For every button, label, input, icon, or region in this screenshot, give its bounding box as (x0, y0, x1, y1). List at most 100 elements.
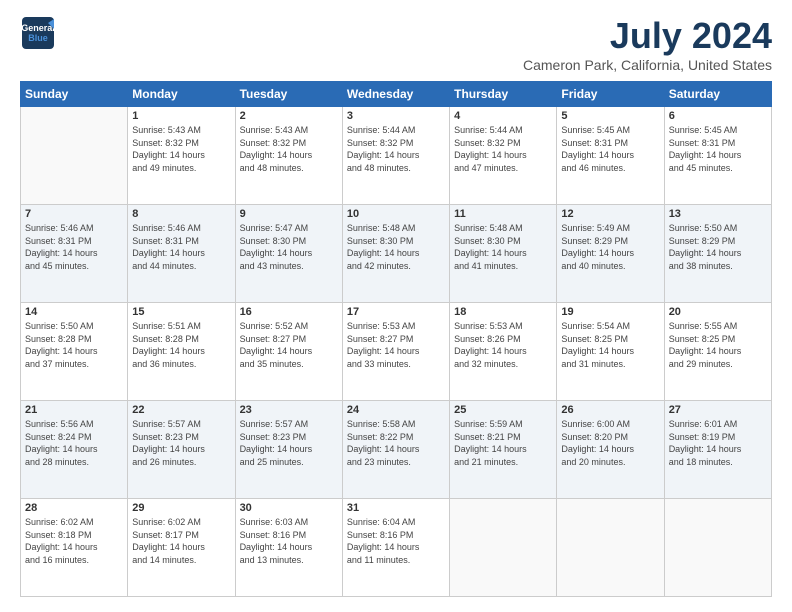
day-number: 18 (454, 306, 552, 318)
calendar-day-cell: 16Sunrise: 5:52 AMSunset: 8:27 PMDayligh… (235, 303, 342, 401)
weekday-header-cell: Monday (128, 82, 235, 107)
calendar-day-cell: 4 Sunrise: 5:44 AMSunset: 8:32 PMDaylight… (450, 107, 557, 205)
calendar-day-cell: 15 Sunrise: 5:51 AMSunset: 8:28 PMDayligh… (128, 303, 235, 401)
day-number: 26 (561, 404, 659, 416)
calendar-day-cell: 23 Sunrise: 5:57 AMSunset: 8:23 PMDayligh… (235, 401, 342, 499)
calendar-day-cell: 9 Sunrise: 5:47 AMSunset: 8:30 PMDaylight… (235, 205, 342, 303)
day-info: Sunrise: 5:46 AMSunset: 8:31 PMDaylight:… (25, 222, 123, 272)
day-info: Sunrise: 5:56 AMSunset: 8:24 PMDaylight:… (25, 418, 123, 468)
day-number: 8 (132, 208, 230, 220)
day-info: Sunrise: 5:50 AMSunset: 8:28 PMDaylight:… (25, 320, 123, 370)
calendar-day-cell: 17 Sunrise: 5:53 AMSunset: 8:27 PMDayligh… (342, 303, 449, 401)
calendar-week-row: 14 Sunrise: 5:50 AMSunset: 8:28 PMDayligh… (21, 303, 772, 401)
calendar-day-cell: 24 Sunrise: 5:58 AMSunset: 8:22 PMDayligh… (342, 401, 449, 499)
day-info: Sunrise: 5:45 AMSunset: 8:31 PMDaylight:… (669, 124, 767, 174)
calendar-day-cell: 12 Sunrise: 5:49 AMSunset: 8:29 PMDayligh… (557, 205, 664, 303)
day-number: 15 (132, 306, 230, 318)
day-info: Sunrise: 5:43 AMSunset: 8:32 PMDaylight:… (240, 124, 338, 174)
calendar-day-cell: 25 Sunrise: 5:59 AMSunset: 8:21 PMDayligh… (450, 401, 557, 499)
calendar-week-row: 7 Sunrise: 5:46 AMSunset: 8:31 PMDaylight… (21, 205, 772, 303)
day-info: Sunrise: 5:43 AMSunset: 8:32 PMDaylight:… (132, 124, 230, 174)
svg-text:Blue: Blue (28, 33, 48, 43)
day-info: Sunrise: 6:03 AMSunset: 8:16 PMDaylight:… (240, 516, 338, 566)
day-info: Sunrise: 5:50 AMSunset: 8:29 PMDaylight:… (669, 222, 767, 272)
calendar-body: 1Sunrise: 5:43 AMSunset: 8:32 PMDaylight… (21, 107, 772, 597)
calendar-day-cell: 30 Sunrise: 6:03 AMSunset: 8:16 PMDayligh… (235, 499, 342, 597)
calendar-day-cell: 31Sunrise: 6:04 AMSunset: 8:16 PMDayligh… (342, 499, 449, 597)
day-number: 3 (347, 110, 445, 122)
day-info: Sunrise: 5:57 AMSunset: 8:23 PMDaylight:… (240, 418, 338, 468)
calendar-day-cell: 3 Sunrise: 5:44 AMSunset: 8:32 PMDaylight… (342, 107, 449, 205)
day-number: 11 (454, 208, 552, 220)
day-info: Sunrise: 5:44 AMSunset: 8:32 PMDaylight:… (454, 124, 552, 174)
day-info: Sunrise: 5:53 AMSunset: 8:26 PMDaylight:… (454, 320, 552, 370)
day-number: 4 (454, 110, 552, 122)
calendar-day-cell: 1Sunrise: 5:43 AMSunset: 8:32 PMDaylight… (128, 107, 235, 205)
day-number: 24 (347, 404, 445, 416)
day-info: Sunrise: 5:47 AMSunset: 8:30 PMDaylight:… (240, 222, 338, 272)
calendar-week-row: 21 Sunrise: 5:56 AMSunset: 8:24 PMDayligh… (21, 401, 772, 499)
day-info: Sunrise: 5:48 AMSunset: 8:30 PMDaylight:… (454, 222, 552, 272)
header: General Blue July 2024 Cameron Park, Cal… (20, 15, 772, 73)
day-number: 21 (25, 404, 123, 416)
day-info: Sunrise: 5:53 AMSunset: 8:27 PMDaylight:… (347, 320, 445, 370)
calendar-day-cell: 27Sunrise: 6:01 AMSunset: 8:19 PMDayligh… (664, 401, 771, 499)
calendar-day-cell (21, 107, 128, 205)
calendar-week-row: 28 Sunrise: 6:02 AMSunset: 8:18 PMDayligh… (21, 499, 772, 597)
day-number: 28 (25, 502, 123, 514)
day-info: Sunrise: 5:58 AMSunset: 8:22 PMDaylight:… (347, 418, 445, 468)
calendar-day-cell: 11 Sunrise: 5:48 AMSunset: 8:30 PMDayligh… (450, 205, 557, 303)
day-number: 9 (240, 208, 338, 220)
day-number: 19 (561, 306, 659, 318)
weekday-header-cell: Wednesday (342, 82, 449, 107)
day-number: 14 (25, 306, 123, 318)
logo-icon: General Blue (20, 15, 56, 51)
month-title: July 2024 (523, 15, 772, 57)
calendar-day-cell: 19Sunrise: 5:54 AMSunset: 8:25 PMDayligh… (557, 303, 664, 401)
logo: General Blue (20, 15, 56, 51)
title-section: July 2024 Cameron Park, California, Unit… (523, 15, 772, 73)
day-info: Sunrise: 5:55 AMSunset: 8:25 PMDaylight:… (669, 320, 767, 370)
calendar-day-cell: 28 Sunrise: 6:02 AMSunset: 8:18 PMDayligh… (21, 499, 128, 597)
day-info: Sunrise: 6:02 AMSunset: 8:17 PMDaylight:… (132, 516, 230, 566)
weekday-header-cell: Saturday (664, 82, 771, 107)
calendar-day-cell: 26 Sunrise: 6:00 AMSunset: 8:20 PMDayligh… (557, 401, 664, 499)
calendar-day-cell: 18 Sunrise: 5:53 AMSunset: 8:26 PMDayligh… (450, 303, 557, 401)
day-info: Sunrise: 6:04 AMSunset: 8:16 PMDaylight:… (347, 516, 445, 566)
day-info: Sunrise: 5:57 AMSunset: 8:23 PMDaylight:… (132, 418, 230, 468)
calendar-day-cell: 13 Sunrise: 5:50 AMSunset: 8:29 PMDayligh… (664, 205, 771, 303)
day-number: 25 (454, 404, 552, 416)
day-number: 5 (561, 110, 659, 122)
calendar-day-cell: 7 Sunrise: 5:46 AMSunset: 8:31 PMDaylight… (21, 205, 128, 303)
calendar-day-cell (557, 499, 664, 597)
day-number: 10 (347, 208, 445, 220)
calendar-day-cell: 21 Sunrise: 5:56 AMSunset: 8:24 PMDayligh… (21, 401, 128, 499)
day-number: 12 (561, 208, 659, 220)
calendar-day-cell: 14 Sunrise: 5:50 AMSunset: 8:28 PMDayligh… (21, 303, 128, 401)
page: General Blue July 2024 Cameron Park, Cal… (0, 0, 792, 612)
calendar-day-cell: 8Sunrise: 5:46 AMSunset: 8:31 PMDaylight… (128, 205, 235, 303)
day-number: 7 (25, 208, 123, 220)
calendar-week-row: 1Sunrise: 5:43 AMSunset: 8:32 PMDaylight… (21, 107, 772, 205)
day-info: Sunrise: 6:02 AMSunset: 8:18 PMDaylight:… (25, 516, 123, 566)
calendar-day-cell: 5Sunrise: 5:45 AMSunset: 8:31 PMDaylight… (557, 107, 664, 205)
day-number: 17 (347, 306, 445, 318)
weekday-header-cell: Thursday (450, 82, 557, 107)
day-info: Sunrise: 5:59 AMSunset: 8:21 PMDaylight:… (454, 418, 552, 468)
day-info: Sunrise: 5:44 AMSunset: 8:32 PMDaylight:… (347, 124, 445, 174)
day-number: 6 (669, 110, 767, 122)
weekday-header-cell: Friday (557, 82, 664, 107)
day-number: 30 (240, 502, 338, 514)
day-info: Sunrise: 5:51 AMSunset: 8:28 PMDaylight:… (132, 320, 230, 370)
day-info: Sunrise: 6:00 AMSunset: 8:20 PMDaylight:… (561, 418, 659, 468)
calendar-day-cell (450, 499, 557, 597)
day-info: Sunrise: 5:49 AMSunset: 8:29 PMDaylight:… (561, 222, 659, 272)
calendar-table: SundayMondayTuesdayWednesdayThursdayFrid… (20, 81, 772, 597)
day-number: 16 (240, 306, 338, 318)
location: Cameron Park, California, United States (523, 57, 772, 73)
day-number: 13 (669, 208, 767, 220)
weekday-header-row: SundayMondayTuesdayWednesdayThursdayFrid… (21, 82, 772, 107)
day-number: 23 (240, 404, 338, 416)
calendar-day-cell: 10Sunrise: 5:48 AMSunset: 8:30 PMDayligh… (342, 205, 449, 303)
day-number: 2 (240, 110, 338, 122)
